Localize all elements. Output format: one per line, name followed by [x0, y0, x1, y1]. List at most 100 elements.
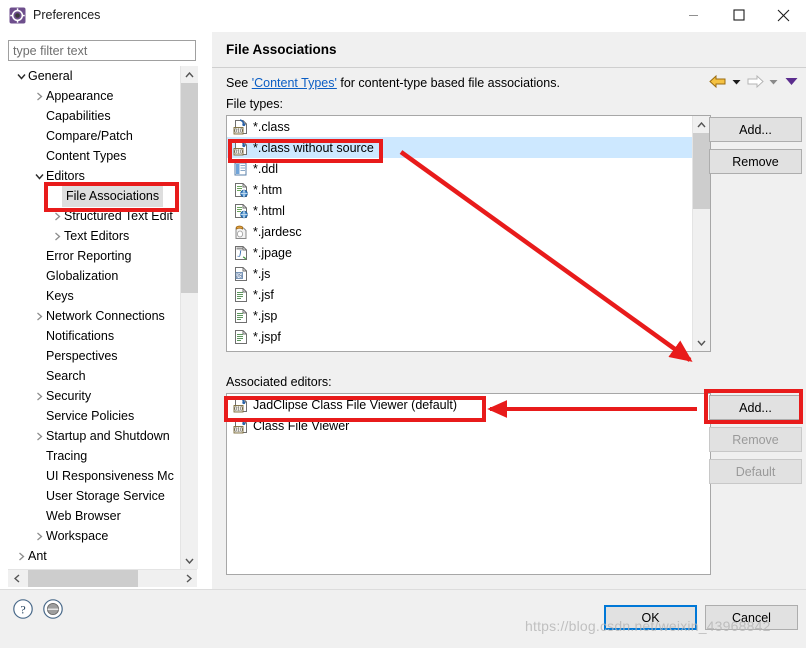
back-dropdown-chevron-down-icon[interactable] — [729, 79, 744, 85]
help-question-icon[interactable]: ? — [12, 598, 34, 620]
sidebar-item-appearance[interactable]: Appearance — [8, 86, 178, 106]
maximize-icon[interactable] — [716, 0, 761, 30]
file-type-row[interactable]: *.jsp — [227, 305, 693, 326]
sidebar-item-label: Perspectives — [46, 349, 118, 363]
ok-button[interactable]: OK — [604, 605, 697, 630]
sidebar-item-service-policies[interactable]: Service Policies — [8, 406, 178, 426]
preferences-tree[interactable]: General Appearance Capabilities Compare/Pat… — [8, 66, 197, 569]
sidebar-item-user-storage-service[interactable]: User Storage Service — [8, 486, 178, 506]
html-file-icon — [233, 203, 249, 219]
sidebar-item-web-browser[interactable]: Web Browser — [8, 506, 178, 526]
sidebar-vertical-scrollbar[interactable] — [180, 66, 198, 569]
file-type-label: *.jsp — [253, 308, 278, 323]
file-types-scroll-thumb[interactable] — [693, 133, 710, 209]
sidebar-item-label: User Storage Service — [46, 489, 165, 503]
file-type-row[interactable]: 010 *.class without source — [227, 137, 693, 158]
preferences-tree-list: General Appearance Capabilities Compare/Pat… — [8, 66, 178, 566]
sidebar-item-tracing[interactable]: Tracing — [8, 446, 178, 466]
sidebar-item-label: Error Reporting — [46, 249, 132, 263]
file-type-row[interactable]: *.jspf — [227, 326, 693, 347]
sidebar-item-text-editors[interactable]: Text Editors — [8, 226, 178, 246]
file-types-list[interactable]: 010 *.class 010 *.class without source *.ddl… — [226, 115, 711, 352]
file-types-add-button[interactable]: Add... — [709, 117, 802, 142]
scroll-up-icon[interactable] — [693, 116, 710, 133]
sidebar-item-label: Compare/Patch — [46, 129, 133, 143]
sidebar-item-file-associations[interactable]: File Associations — [8, 185, 178, 207]
scroll-right-icon[interactable] — [180, 570, 197, 587]
sidebar-item-label: Editors — [46, 169, 85, 183]
close-icon[interactable] — [761, 0, 806, 30]
chevron-right-icon[interactable] — [32, 532, 46, 541]
file-types-vertical-scrollbar[interactable] — [692, 116, 710, 351]
associated-editor-row[interactable]: 010 Class File Viewer — [227, 415, 710, 436]
sidebar-item-error-reporting[interactable]: Error Reporting — [8, 246, 178, 266]
chevron-right-icon[interactable] — [32, 392, 46, 401]
file-type-row[interactable]: *.htm — [227, 179, 693, 200]
sidebar-item-workspace[interactable]: Workspace — [8, 526, 178, 546]
file-type-row[interactable]: *.jardesc — [227, 221, 693, 242]
class-file-icon: 010 — [233, 396, 249, 413]
file-type-row[interactable]: JS *.js — [227, 263, 693, 284]
description-suffix: for content-type based file associations… — [336, 76, 560, 90]
sidebar-item-search[interactable]: Search — [8, 366, 178, 386]
apply-circle-icon[interactable] — [42, 598, 64, 620]
sidebar-item-label: Search — [46, 369, 86, 383]
sidebar-item-general[interactable]: General — [8, 66, 178, 86]
sidebar-item-ant[interactable]: Ant — [8, 546, 178, 566]
sidebar-item-security[interactable]: Security — [8, 386, 178, 406]
sidebar-item-label: Notifications — [46, 329, 115, 343]
file-type-row[interactable]: J *.jpage — [227, 242, 693, 263]
sidebar-item-network-connections[interactable]: Network Connections — [8, 306, 178, 326]
scroll-left-icon[interactable] — [8, 570, 25, 587]
file-types-remove-button[interactable]: Remove — [709, 149, 802, 174]
jpage-file-icon: J — [233, 245, 249, 261]
content-types-link[interactable]: 'Content Types' — [252, 76, 337, 90]
sidebar-item-ui-responsiveness-mc[interactable]: UI Responsiveness Mc — [8, 466, 178, 486]
scroll-down-icon[interactable] — [181, 552, 198, 569]
sidebar-item-keys[interactable]: Keys — [8, 286, 178, 306]
cancel-button[interactable]: Cancel — [705, 605, 798, 630]
filter-input[interactable] — [8, 40, 196, 61]
chevron-right-icon[interactable] — [50, 212, 64, 221]
sidebar-horizontal-scrollbar[interactable] — [8, 569, 197, 587]
chevron-right-icon[interactable] — [32, 432, 46, 441]
sidebar-item-editors[interactable]: Editors — [8, 166, 178, 186]
minimize-icon[interactable] — [671, 0, 716, 30]
forward-dropdown-chevron-down-icon[interactable] — [766, 79, 781, 85]
sidebar-item-content-types[interactable]: Content Types — [8, 146, 178, 166]
chevron-right-icon[interactable] — [14, 552, 28, 561]
associated-editor-row[interactable]: 010 JadClipse Class File Viewer (default) — [227, 394, 710, 415]
sidebar-item-notifications[interactable]: Notifications — [8, 326, 178, 346]
sidebar-hscroll-thumb[interactable] — [28, 570, 138, 587]
sidebar-item-label: UI Responsiveness Mc — [46, 469, 174, 483]
sidebar-scroll-thumb[interactable] — [181, 83, 198, 293]
js-file-icon: JS — [233, 266, 249, 282]
file-type-row[interactable]: *.ddl — [227, 158, 693, 179]
chevron-right-icon[interactable] — [32, 312, 46, 321]
sidebar-item-label: Structured Text Edit — [64, 209, 173, 223]
back-arrow-icon[interactable] — [709, 74, 727, 89]
sidebar-item-compare-patch[interactable]: Compare/Patch — [8, 126, 178, 146]
sidebar-item-structured-text-edit[interactable]: Structured Text Edit — [8, 206, 178, 226]
sidebar-item-globalization[interactable]: Globalization — [8, 266, 178, 286]
sidebar-item-startup-and-shutdown[interactable]: Startup and Shutdown — [8, 426, 178, 446]
file-type-row[interactable]: 010 *.class — [227, 116, 693, 137]
file-type-row[interactable]: *.html — [227, 200, 693, 221]
editors-add-button[interactable]: Add... — [709, 395, 802, 420]
chevron-down-icon[interactable] — [14, 72, 28, 81]
chevron-right-icon[interactable] — [50, 232, 64, 241]
menu-chevron-down-filled-icon[interactable] — [783, 77, 798, 86]
sidebar-item-label: Startup and Shutdown — [46, 429, 170, 443]
sidebar-item-perspectives[interactable]: Perspectives — [8, 346, 178, 366]
file-type-label: *.js — [253, 266, 271, 281]
sidebar-item-capabilities[interactable]: Capabilities — [8, 106, 178, 126]
associated-editors-list[interactable]: 010 JadClipse Class File Viewer (default)… — [226, 393, 711, 575]
class-file-icon: 010 — [233, 417, 249, 434]
sidebar-item-label: General — [28, 69, 73, 83]
chevron-down-icon[interactable] — [32, 172, 46, 181]
scroll-up-icon[interactable] — [181, 66, 198, 83]
forward-arrow-icon — [746, 74, 764, 89]
file-type-row[interactable]: *.jsf — [227, 284, 693, 305]
chevron-right-icon[interactable] — [32, 92, 46, 101]
scroll-down-icon[interactable] — [693, 334, 710, 351]
